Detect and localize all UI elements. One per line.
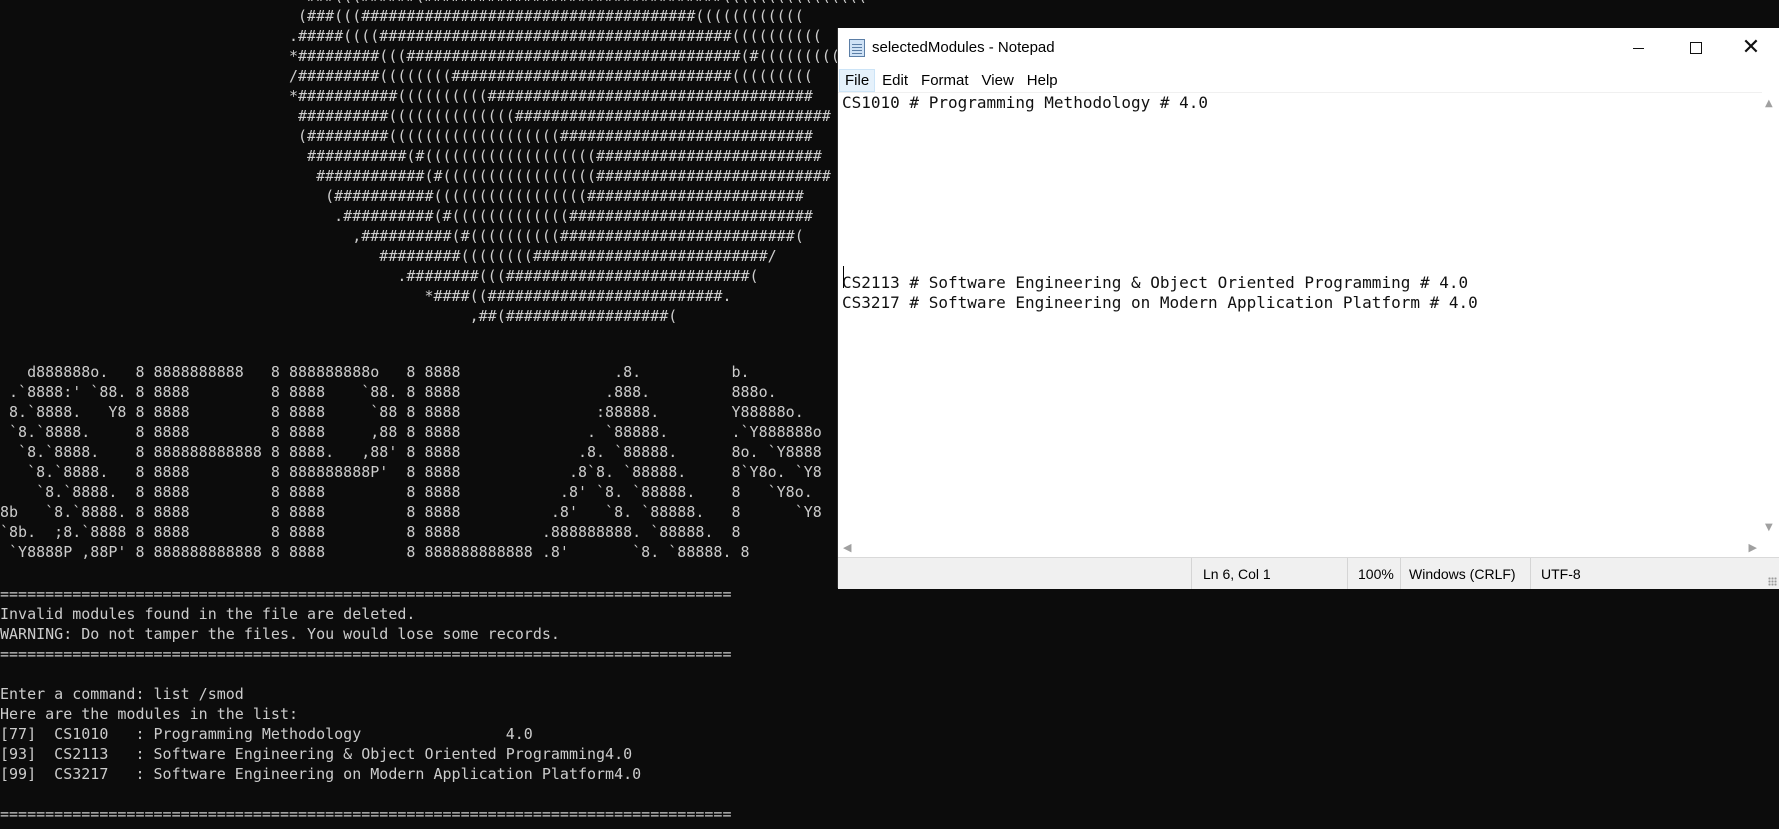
editor-content: CS1010 # Programming Methodology # 4.0 C… [842,93,1478,312]
horizontal-scrollbar[interactable]: ◀ ▶ [838,539,1762,557]
scroll-down-icon[interactable]: ▼ [1765,522,1773,533]
ascii-art-title: d888888o. 8 8888888888 8 888888888o 8 88… [0,363,822,561]
console-output: ========================================… [0,585,732,823]
notepad-icon [849,39,865,57]
cursor-position: Ln 6, Col 1 [1203,566,1271,582]
line-ending: Windows (CRLF) [1409,566,1516,582]
close-button[interactable]: ✕ [1722,28,1779,68]
vertical-scrollbar[interactable]: ▲ ▼ [1762,92,1779,539]
status-separator [1347,558,1348,589]
maximize-icon [1690,42,1702,54]
scroll-left-icon[interactable]: ◀ [843,541,851,554]
maximize-button[interactable] [1667,28,1725,68]
notepad-window[interactable]: selectedModules - Notepad ✕ File Edit Fo… [837,28,1779,589]
menu-view[interactable]: View [976,69,1020,92]
resize-grip-icon[interactable] [1768,577,1777,586]
status-separator [1530,558,1531,589]
menu-help[interactable]: Help [1021,69,1064,92]
scroll-up-icon[interactable]: ▲ [1765,98,1773,109]
menu-format[interactable]: Format [915,69,975,92]
minimize-icon [1632,47,1644,49]
text-caret [843,266,844,288]
status-separator [1400,558,1401,589]
status-separator [1191,558,1192,589]
zoom-level: 100% [1358,566,1394,582]
title-bar[interactable]: selectedModules - Notepad ✕ [838,28,1779,68]
text-editor[interactable]: CS1010 # Programming Methodology # 4.0 C… [838,92,1762,540]
ascii-art-logo: ###(((######(###########################… [288,0,867,325]
minimize-button[interactable] [1609,28,1667,68]
menu-bar: File Edit Format View Help [838,68,1779,92]
menu-edit[interactable]: Edit [876,69,914,92]
encoding: UTF-8 [1541,566,1581,582]
status-bar: Ln 6, Col 1 100% Windows (CRLF) UTF-8 [838,557,1779,589]
close-icon: ✕ [1741,35,1761,60]
window-title: selectedModules - Notepad [872,39,1055,56]
scroll-right-icon[interactable]: ▶ [1749,541,1757,554]
menu-file[interactable]: File [839,68,876,92]
